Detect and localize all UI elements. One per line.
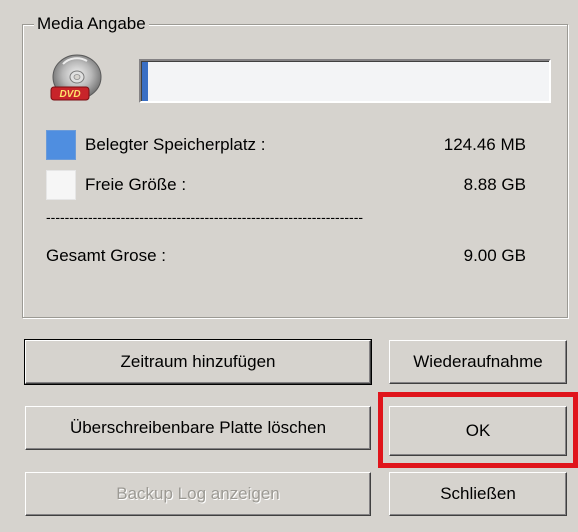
total-size-value: 9.00 GB [463,246,526,265]
used-space-swatch [46,130,76,160]
separator-line: ----------------------------------------… [46,209,364,225]
add-period-button[interactable]: Zeitraum hinzufügen [24,339,372,385]
used-space-value: 124.46 MB [443,135,526,154]
total-size-label: Gesamt Grose : [46,246,166,265]
free-space-label: Freie Größe : [85,175,187,194]
disc-badge-text: DVD [59,89,80,100]
usage-progress-fill [142,62,148,101]
used-space-label: Belegter Speicherplatz : [85,135,266,154]
cd-disc-icon: DVD [43,52,113,108]
media-info-dialog: Media Angabe DVD Belegter Speicherplatz … [0,0,578,532]
erase-rewritable-disc-button[interactable]: Überschreibenbare Platte löschen [25,406,371,450]
usage-progress-bar [139,59,551,103]
close-button[interactable]: Schließen [389,472,567,516]
free-space-swatch [46,170,76,200]
ok-button[interactable]: OK [389,406,567,456]
groupbox-title: Media Angabe [34,13,149,35]
resume-button[interactable]: Wiederaufnahme [389,340,567,384]
free-space-value: 8.88 GB [463,175,526,194]
show-backup-log-button: Backup Log anzeigen [25,472,371,516]
